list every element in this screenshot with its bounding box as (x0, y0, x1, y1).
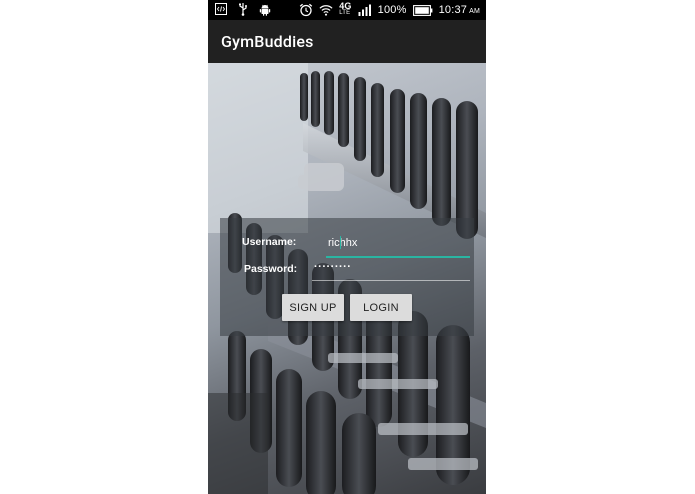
app-title: GymBuddies (221, 32, 314, 51)
clock: 10:37 AM (439, 4, 480, 16)
wifi-icon (319, 3, 333, 17)
text-cursor (340, 236, 341, 249)
login-screen: Username: richhx Password: ········· SIG… (208, 63, 486, 494)
battery-icon (412, 3, 433, 17)
app-bar: GymBuddies (208, 20, 486, 63)
status-bar: 4G LTE 100% 10:37 AM (208, 0, 486, 20)
network-type: 4G (339, 1, 352, 11)
password-input[interactable]: ········· (314, 261, 351, 273)
4g-lte-icon: 4G LTE (339, 1, 352, 17)
usb-icon (236, 2, 250, 16)
clock-ampm: AM (469, 8, 480, 15)
sign-up-button[interactable]: SIGN UP (282, 294, 344, 321)
battery-percent: 100% (377, 4, 407, 16)
clock-time: 10:37 (438, 4, 468, 16)
username-input[interactable]: richhx (328, 237, 357, 249)
username-label: Username: (242, 236, 297, 248)
status-left-icons (214, 2, 272, 16)
network-subtype: LTE (339, 10, 351, 16)
phone-screen: 4G LTE 100% 10:37 AM GymBuddies Username… (208, 0, 486, 494)
android-icon (258, 2, 272, 16)
status-right-icons: 4G LTE 100% 10:37 AM (299, 2, 480, 18)
developer-code-icon (214, 2, 228, 16)
signal-icon (358, 3, 372, 17)
username-underline (326, 256, 470, 258)
password-underline (312, 280, 470, 281)
password-label: Password: (244, 263, 298, 275)
login-button[interactable]: LOGIN (350, 294, 412, 321)
alarm-icon (299, 3, 313, 17)
login-form: Username: richhx Password: ········· SIG… (220, 218, 474, 336)
